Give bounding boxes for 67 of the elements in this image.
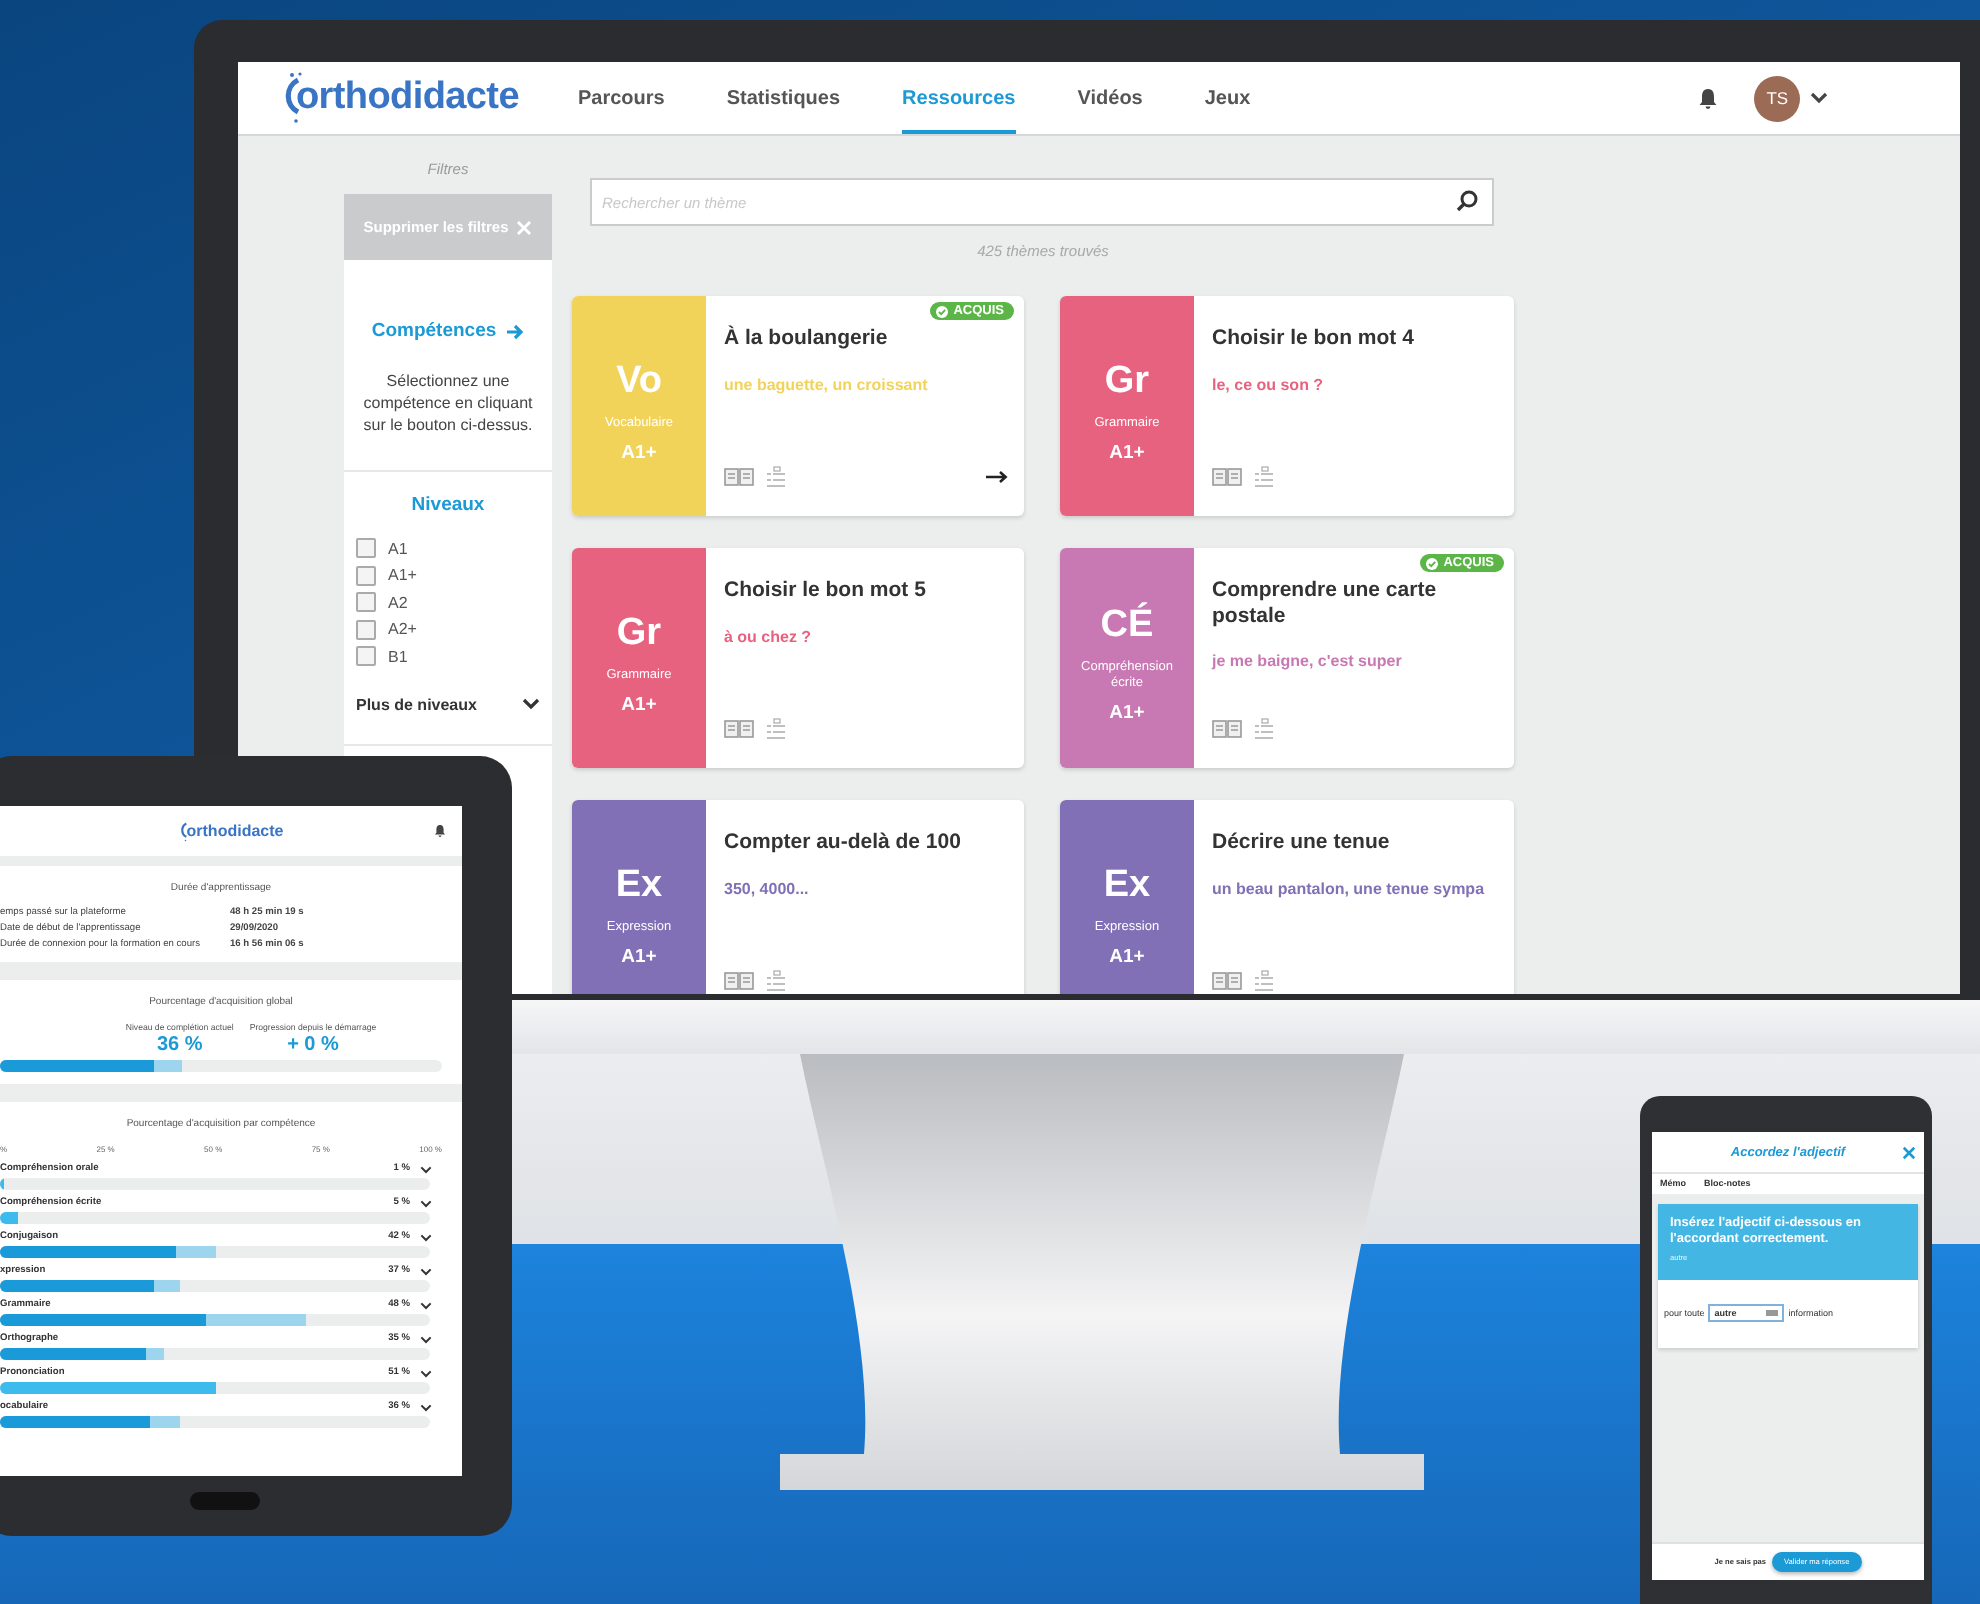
card-subtitle: un beau pantalon, une tenue sympa <box>1212 879 1487 898</box>
card-title: Décrire une tenue <box>1212 830 1392 856</box>
bell-icon[interactable] <box>434 824 446 838</box>
level-label: A1 <box>388 539 408 558</box>
card-subtitle: une baguette, un croissant <box>724 375 930 394</box>
card-title: Choisir le bon mot 4 <box>1212 326 1416 352</box>
user-avatar[interactable]: TS <box>1754 75 1801 121</box>
list-icon <box>766 466 786 488</box>
level-label: A1+ <box>388 566 417 585</box>
more-levels-button[interactable]: Plus de niveaux <box>356 695 540 714</box>
checkbox[interactable] <box>356 538 376 559</box>
card-subtitle: à ou chez ? <box>724 627 814 646</box>
chevron-down-icon[interactable] <box>420 1233 432 1241</box>
nav-tab[interactable]: Jeux <box>1204 62 1251 134</box>
nav-tab[interactable]: Statistiques <box>726 62 841 134</box>
list-icon <box>1254 466 1274 488</box>
chevron-down-icon <box>522 698 540 711</box>
card-subtitle: je me baigne, c'est super <box>1212 652 1404 671</box>
checkbox[interactable] <box>356 646 376 667</box>
chevron-down-icon[interactable] <box>420 1301 432 1309</box>
card-title: Comprendre une carte postale <box>1212 578 1439 629</box>
list-icon <box>1254 970 1274 992</box>
chevron-down-icon[interactable] <box>420 1267 432 1275</box>
keyboard-icon <box>1766 1309 1779 1316</box>
level-label: A2 <box>388 593 408 612</box>
checkbox[interactable] <box>356 592 376 613</box>
metric-value: + 0 % <box>287 1034 339 1056</box>
book-icon <box>1212 972 1242 990</box>
logo[interactable]: orthodidacte <box>278 72 578 124</box>
book-icon <box>1212 720 1242 738</box>
list-icon <box>766 970 786 992</box>
levels-heading: Niveaux <box>409 494 487 517</box>
card-title: À la boulangerie <box>724 326 890 352</box>
card-title: Compter au-delà de 100 <box>724 830 963 856</box>
card-subtitle: 350, 4000... <box>724 879 811 898</box>
search-icon <box>1456 190 1478 212</box>
chevron-down-icon[interactable] <box>420 1369 432 1377</box>
chevron-down-icon[interactable] <box>420 1199 432 1207</box>
check-icon <box>935 305 948 317</box>
level-label: A2+ <box>388 620 417 639</box>
checkbox[interactable] <box>356 565 376 586</box>
checkbox[interactable] <box>356 619 376 640</box>
metric-value: 36 % <box>156 1034 203 1056</box>
nav-tab[interactable]: Parcours <box>578 62 665 134</box>
chevron-down-icon[interactable] <box>420 1335 432 1343</box>
close-icon[interactable] <box>1902 1146 1916 1160</box>
chevron-down-icon[interactable] <box>420 1403 432 1411</box>
book-icon <box>724 972 754 990</box>
bell-icon[interactable] <box>1698 87 1719 109</box>
list-icon <box>766 718 786 740</box>
check-icon <box>1425 557 1438 569</box>
chevron-down-icon[interactable] <box>1810 92 1829 104</box>
logo[interactable]: orthodidacte <box>186 822 284 840</box>
chevron-down-icon[interactable] <box>420 1165 432 1173</box>
competences-hint: Sélectionnez une compétence en cliquant sur le bouton ci-dessus. <box>361 372 535 437</box>
arrow-right-icon[interactable] <box>986 470 1008 484</box>
logo-arc-icon <box>178 820 189 842</box>
card-subtitle: le, ce ou son ? <box>1212 375 1326 394</box>
close-icon <box>516 219 533 235</box>
list-icon <box>1254 718 1274 740</box>
book-icon <box>724 720 754 738</box>
book-icon <box>1212 468 1242 486</box>
book-icon <box>724 468 754 486</box>
level-label: B1 <box>388 647 408 666</box>
nav-tab[interactable]: Vidéos <box>1077 62 1143 134</box>
card-title: Choisir le bon mot 5 <box>724 578 928 604</box>
arrow-right-icon <box>506 323 525 339</box>
